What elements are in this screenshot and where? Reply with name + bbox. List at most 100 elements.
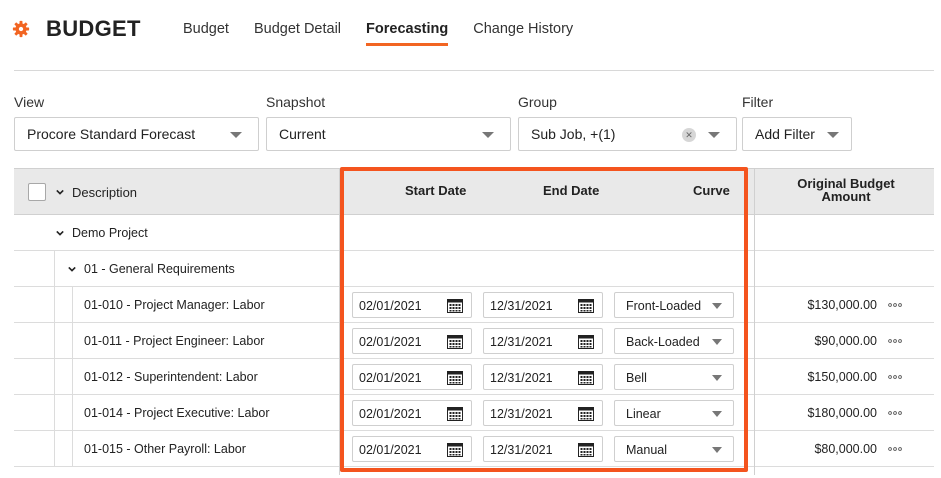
table-row[interactable]: 01-015 - Other Payroll: Labor 02/01/2021 1… <box>14 431 934 467</box>
start-date-value: 02/01/2021 <box>359 407 422 421</box>
tree-guide <box>54 431 55 467</box>
chevron-down-icon <box>482 132 494 138</box>
more-options-icon[interactable] <box>888 375 902 379</box>
chevron-down-icon <box>708 132 720 138</box>
end-date-value: 12/31/2021 <box>490 443 553 457</box>
calendar-icon[interactable] <box>447 406 463 421</box>
group-label-division: 01 - General Requirements <box>84 262 235 276</box>
view-select[interactable]: Procore Standard Forecast <box>14 117 259 151</box>
group-value: Sub Job, +(1) <box>531 126 616 142</box>
start-date-value: 02/01/2021 <box>359 371 422 385</box>
start-date-input[interactable]: 02/01/2021 <box>352 364 472 390</box>
calendar-icon[interactable] <box>578 298 594 313</box>
start-date-value: 02/01/2021 <box>359 335 422 349</box>
tree-guide <box>54 359 55 395</box>
chevron-down-icon <box>230 132 242 138</box>
view-label: View <box>14 94 45 110</box>
calendar-icon[interactable] <box>578 406 594 421</box>
calendar-icon[interactable] <box>578 442 594 457</box>
table-row[interactable]: 01-014 - Project Executive: Labor 02/01/2… <box>14 395 934 431</box>
more-options-icon[interactable] <box>888 447 902 451</box>
tree-guide <box>54 251 55 287</box>
tab-change-history[interactable]: Change History <box>473 21 573 45</box>
tab-budget[interactable]: Budget <box>183 21 229 45</box>
start-date-input[interactable]: 02/01/2021 <box>352 292 472 318</box>
group-label: Group <box>518 94 557 110</box>
snapshot-filter: Snapshot Current <box>266 94 511 151</box>
calendar-icon[interactable] <box>447 370 463 385</box>
curve-value: Manual <box>626 443 667 457</box>
tree-guide <box>72 287 73 323</box>
group-row-project[interactable]: Demo Project <box>14 215 934 251</box>
curve-header[interactable]: Curve <box>693 183 730 198</box>
table-row[interactable]: 01-011 - Project Engineer: Labor 02/01/20… <box>14 323 934 359</box>
chevron-down-icon <box>712 375 722 381</box>
chevron-down-icon <box>712 303 722 309</box>
description-header[interactable]: Description <box>72 185 137 200</box>
table-header: Description Start Date End Date Curve Or… <box>14 169 934 215</box>
header-divider <box>14 70 934 71</box>
chevron-down-icon[interactable] <box>56 229 64 237</box>
curve-value: Bell <box>626 371 647 385</box>
original-budget-amount: $150,000.00 <box>807 370 877 384</box>
curve-select[interactable]: Manual <box>614 436 734 462</box>
row-description: 01-015 - Other Payroll: Labor <box>84 442 246 456</box>
forecast-table: Description Start Date End Date Curve Or… <box>14 168 934 475</box>
end-date-value: 12/31/2021 <box>490 407 553 421</box>
calendar-icon[interactable] <box>447 334 463 349</box>
calendar-icon[interactable] <box>447 298 463 313</box>
clear-icon[interactable]: ✕ <box>682 128 696 142</box>
group-row-division[interactable]: 01 - General Requirements <box>14 251 934 287</box>
curve-select[interactable]: Back-Loaded <box>614 328 734 354</box>
page-header: BUDGET Budget Budget Detail Forecasting … <box>0 0 941 72</box>
chevron-down-icon <box>712 411 722 417</box>
group-select[interactable]: Sub Job, +(1) ✕ <box>518 117 737 151</box>
end-date-input[interactable]: 12/31/2021 <box>483 400 603 426</box>
start-date-input[interactable]: 02/01/2021 <box>352 436 472 462</box>
more-options-icon[interactable] <box>888 339 902 343</box>
more-options-icon[interactable] <box>888 303 902 307</box>
tab-forecasting[interactable]: Forecasting <box>366 21 449 46</box>
end-date-input[interactable]: 12/31/2021 <box>483 364 603 390</box>
tree-guide <box>72 359 73 395</box>
start-date-input[interactable]: 02/01/2021 <box>352 400 472 426</box>
group-label-project: Demo Project <box>72 226 148 240</box>
curve-select[interactable]: Bell <box>614 364 734 390</box>
table-row[interactable]: 01-010 - Project Manager: Labor 02/01/202… <box>14 287 934 323</box>
filter-filter: Filter Add Filter <box>742 94 852 151</box>
start-date-input[interactable]: 02/01/2021 <box>352 328 472 354</box>
curve-value: Back-Loaded <box>626 335 700 349</box>
calendar-icon[interactable] <box>578 370 594 385</box>
chevron-down-icon[interactable] <box>68 265 76 273</box>
end-date-header[interactable]: End Date <box>543 183 599 198</box>
group-filter: Group Sub Job, +(1) ✕ <box>518 94 737 151</box>
chevron-down-icon[interactable] <box>56 188 64 196</box>
select-all-checkbox[interactable] <box>28 183 46 201</box>
table-row[interactable]: 01-012 - Superintendent: Labor 02/01/2021… <box>14 359 934 395</box>
more-options-icon[interactable] <box>888 411 902 415</box>
original-budget-header[interactable]: Original Budget Amount <box>756 177 936 203</box>
chevron-down-icon <box>712 339 722 345</box>
calendar-icon[interactable] <box>578 334 594 349</box>
start-date-header[interactable]: Start Date <box>405 183 466 198</box>
end-date-input[interactable]: 12/31/2021 <box>483 328 603 354</box>
curve-value: Front-Loaded <box>626 299 702 313</box>
row-description: 01-014 - Project Executive: Labor <box>84 406 270 420</box>
chevron-down-icon <box>712 447 722 453</box>
gear-icon[interactable] <box>12 20 30 38</box>
view-filter: View Procore Standard Forecast <box>14 94 259 151</box>
tab-budget-detail[interactable]: Budget Detail <box>254 21 341 45</box>
curve-select[interactable]: Front-Loaded <box>614 292 734 318</box>
snapshot-label: Snapshot <box>266 94 326 110</box>
curve-select[interactable]: Linear <box>614 400 734 426</box>
end-date-input[interactable]: 12/31/2021 <box>483 436 603 462</box>
snapshot-value: Current <box>279 126 326 142</box>
original-budget-amount: $90,000.00 <box>814 334 877 348</box>
add-filter-select[interactable]: Add Filter <box>742 117 852 151</box>
snapshot-select[interactable]: Current <box>266 117 511 151</box>
row-description: 01-012 - Superintendent: Labor <box>84 370 258 384</box>
calendar-icon[interactable] <box>447 442 463 457</box>
end-date-value: 12/31/2021 <box>490 371 553 385</box>
end-date-input[interactable]: 12/31/2021 <box>483 292 603 318</box>
column-divider <box>754 169 755 475</box>
